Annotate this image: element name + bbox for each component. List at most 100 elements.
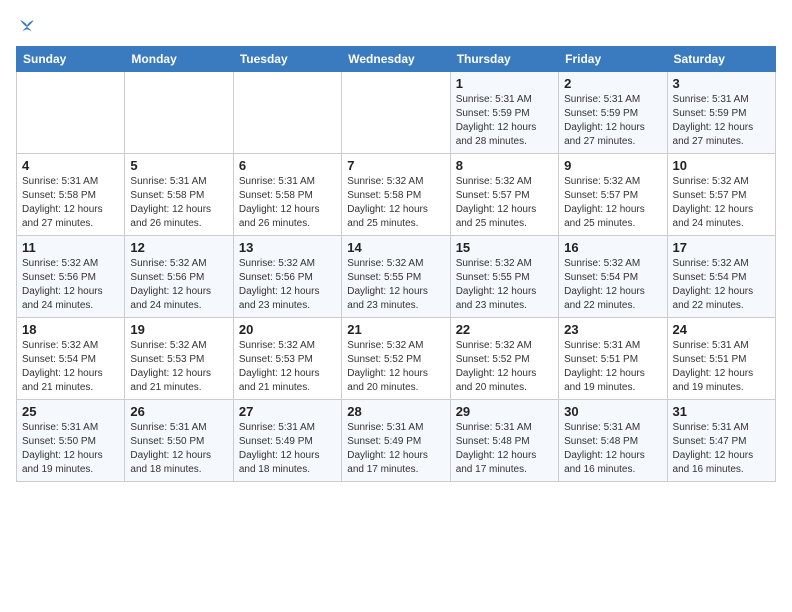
day-detail: Sunrise: 5:32 AM Sunset: 5:55 PM Dayligh… — [456, 258, 537, 311]
day-number: 27 — [239, 404, 336, 419]
day-detail: Sunrise: 5:32 AM Sunset: 5:57 PM Dayligh… — [673, 176, 754, 229]
calendar-cell: 23 Sunrise: 5:31 AM Sunset: 5:51 PM Dayli… — [559, 318, 667, 400]
day-detail: Sunrise: 5:31 AM Sunset: 5:59 PM Dayligh… — [673, 94, 754, 147]
day-number: 14 — [347, 240, 444, 255]
calendar-week-row: 18 Sunrise: 5:32 AM Sunset: 5:54 PM Dayli… — [17, 318, 776, 400]
calendar-cell: 25 Sunrise: 5:31 AM Sunset: 5:50 PM Dayli… — [17, 400, 125, 482]
calendar-cell: 19Sunrise: 5:32 AM Sunset: 5:53 PM Dayli… — [125, 318, 233, 400]
day-number: 11 — [22, 240, 119, 255]
day-number: 24 — [673, 322, 770, 337]
calendar-cell: 14 Sunrise: 5:32 AM Sunset: 5:55 PM Dayli… — [342, 236, 450, 318]
calendar-cell: 24 Sunrise: 5:31 AM Sunset: 5:51 PM Dayli… — [667, 318, 775, 400]
calendar-cell: 6 Sunrise: 5:31 AM Sunset: 5:58 PM Daylig… — [233, 154, 341, 236]
day-detail: Sunrise: 5:32 AM Sunset: 5:52 PM Dayligh… — [347, 340, 428, 393]
day-number: 17 — [673, 240, 770, 255]
day-detail: Sunrise: 5:31 AM Sunset: 5:51 PM Dayligh… — [564, 340, 645, 393]
calendar-cell: 15 Sunrise: 5:32 AM Sunset: 5:55 PM Dayli… — [450, 236, 558, 318]
calendar-cell: 8Sunrise: 5:32 AM Sunset: 5:57 PM Daylig… — [450, 154, 558, 236]
day-number: 6 — [239, 158, 336, 173]
day-detail: Sunrise: 5:32 AM Sunset: 5:56 PM Dayligh… — [130, 258, 211, 311]
day-number: 4 — [22, 158, 119, 173]
day-number: 13 — [239, 240, 336, 255]
day-detail: Sunrise: 5:31 AM Sunset: 5:49 PM Dayligh… — [347, 422, 428, 475]
day-detail: Sunrise: 5:31 AM Sunset: 5:58 PM Dayligh… — [22, 176, 103, 229]
day-detail: Sunrise: 5:32 AM Sunset: 5:57 PM Dayligh… — [564, 176, 645, 229]
calendar-cell: 12 Sunrise: 5:32 AM Sunset: 5:56 PM Dayli… — [125, 236, 233, 318]
day-detail: Sunrise: 5:32 AM Sunset: 5:56 PM Dayligh… — [239, 258, 320, 311]
day-detail: Sunrise: 5:32 AM Sunset: 5:54 PM Dayligh… — [564, 258, 645, 311]
calendar-cell: 16 Sunrise: 5:32 AM Sunset: 5:54 PM Dayli… — [559, 236, 667, 318]
calendar-cell: 10Sunrise: 5:32 AM Sunset: 5:57 PM Dayli… — [667, 154, 775, 236]
calendar-cell — [125, 72, 233, 154]
calendar-cell — [342, 72, 450, 154]
day-number: 9 — [564, 158, 661, 173]
day-number: 28 — [347, 404, 444, 419]
weekday-header-saturday: Saturday — [667, 47, 775, 72]
logo-bird-icon — [18, 18, 36, 36]
calendar-cell: 7 Sunrise: 5:32 AM Sunset: 5:58 PM Daylig… — [342, 154, 450, 236]
day-detail: Sunrise: 5:31 AM Sunset: 5:51 PM Dayligh… — [673, 340, 754, 393]
calendar-cell: 18 Sunrise: 5:32 AM Sunset: 5:54 PM Dayli… — [17, 318, 125, 400]
weekday-header-wednesday: Wednesday — [342, 47, 450, 72]
day-number: 1 — [456, 76, 553, 91]
day-number: 7 — [347, 158, 444, 173]
calendar-week-row: 11 Sunrise: 5:32 AM Sunset: 5:56 PM Dayli… — [17, 236, 776, 318]
day-detail: Sunrise: 5:31 AM Sunset: 5:47 PM Dayligh… — [673, 422, 754, 475]
day-detail: Sunrise: 5:32 AM Sunset: 5:55 PM Dayligh… — [347, 258, 428, 311]
calendar-cell: 29 Sunrise: 5:31 AM Sunset: 5:48 PM Dayli… — [450, 400, 558, 482]
calendar-cell: 4 Sunrise: 5:31 AM Sunset: 5:58 PM Daylig… — [17, 154, 125, 236]
day-detail: Sunrise: 5:32 AM Sunset: 5:52 PM Dayligh… — [456, 340, 537, 393]
day-detail: Sunrise: 5:32 AM Sunset: 5:58 PM Dayligh… — [347, 176, 428, 229]
day-detail: Sunrise: 5:31 AM Sunset: 5:50 PM Dayligh… — [22, 422, 103, 475]
day-number: 18 — [22, 322, 119, 337]
day-number: 15 — [456, 240, 553, 255]
day-detail: Sunrise: 5:32 AM Sunset: 5:54 PM Dayligh… — [22, 340, 103, 393]
calendar-week-row: 25 Sunrise: 5:31 AM Sunset: 5:50 PM Dayli… — [17, 400, 776, 482]
day-number: 26 — [130, 404, 227, 419]
day-number: 25 — [22, 404, 119, 419]
day-number: 21 — [347, 322, 444, 337]
weekday-header-monday: Monday — [125, 47, 233, 72]
calendar-week-row: 4 Sunrise: 5:31 AM Sunset: 5:58 PM Daylig… — [17, 154, 776, 236]
day-number: 31 — [673, 404, 770, 419]
day-number: 16 — [564, 240, 661, 255]
day-number: 29 — [456, 404, 553, 419]
day-detail: Sunrise: 5:31 AM Sunset: 5:50 PM Dayligh… — [130, 422, 211, 475]
day-detail: Sunrise: 5:31 AM Sunset: 5:48 PM Dayligh… — [456, 422, 537, 475]
calendar-cell: 26 Sunrise: 5:31 AM Sunset: 5:50 PM Dayli… — [125, 400, 233, 482]
calendar-cell: 11 Sunrise: 5:32 AM Sunset: 5:56 PM Dayli… — [17, 236, 125, 318]
calendar-cell: 3Sunrise: 5:31 AM Sunset: 5:59 PM Daylig… — [667, 72, 775, 154]
day-number: 23 — [564, 322, 661, 337]
weekday-header-friday: Friday — [559, 47, 667, 72]
calendar-cell: 30 Sunrise: 5:31 AM Sunset: 5:48 PM Dayli… — [559, 400, 667, 482]
day-number: 5 — [130, 158, 227, 173]
calendar-cell: 31 Sunrise: 5:31 AM Sunset: 5:47 PM Dayli… — [667, 400, 775, 482]
calendar-cell: 21 Sunrise: 5:32 AM Sunset: 5:52 PM Dayli… — [342, 318, 450, 400]
calendar-cell: 20 Sunrise: 5:32 AM Sunset: 5:53 PM Dayli… — [233, 318, 341, 400]
calendar-cell: 22 Sunrise: 5:32 AM Sunset: 5:52 PM Dayli… — [450, 318, 558, 400]
day-detail: Sunrise: 5:31 AM Sunset: 5:58 PM Dayligh… — [239, 176, 320, 229]
day-number: 20 — [239, 322, 336, 337]
day-number: 2 — [564, 76, 661, 91]
weekday-header-sunday: Sunday — [17, 47, 125, 72]
day-detail: Sunrise: 5:31 AM Sunset: 5:49 PM Dayligh… — [239, 422, 320, 475]
calendar-cell: 13 Sunrise: 5:32 AM Sunset: 5:56 PM Dayli… — [233, 236, 341, 318]
calendar-table: SundayMondayTuesdayWednesdayThursdayFrid… — [16, 46, 776, 482]
weekday-header-thursday: Thursday — [450, 47, 558, 72]
day-number: 30 — [564, 404, 661, 419]
day-detail: Sunrise: 5:31 AM Sunset: 5:59 PM Dayligh… — [456, 94, 537, 147]
day-detail: Sunrise: 5:32 AM Sunset: 5:53 PM Dayligh… — [239, 340, 320, 393]
weekday-header-row: SundayMondayTuesdayWednesdayThursdayFrid… — [17, 47, 776, 72]
day-number: 22 — [456, 322, 553, 337]
day-detail: Sunrise: 5:32 AM Sunset: 5:53 PM Dayligh… — [130, 340, 211, 393]
calendar-cell: 5Sunrise: 5:31 AM Sunset: 5:58 PM Daylig… — [125, 154, 233, 236]
calendar-cell — [233, 72, 341, 154]
day-detail: Sunrise: 5:32 AM Sunset: 5:57 PM Dayligh… — [456, 176, 537, 229]
day-detail: Sunrise: 5:31 AM Sunset: 5:59 PM Dayligh… — [564, 94, 645, 147]
calendar-cell — [17, 72, 125, 154]
day-detail: Sunrise: 5:31 AM Sunset: 5:48 PM Dayligh… — [564, 422, 645, 475]
day-detail: Sunrise: 5:32 AM Sunset: 5:56 PM Dayligh… — [22, 258, 103, 311]
day-number: 12 — [130, 240, 227, 255]
day-detail: Sunrise: 5:32 AM Sunset: 5:54 PM Dayligh… — [673, 258, 754, 311]
calendar-cell: 2 Sunrise: 5:31 AM Sunset: 5:59 PM Daylig… — [559, 72, 667, 154]
